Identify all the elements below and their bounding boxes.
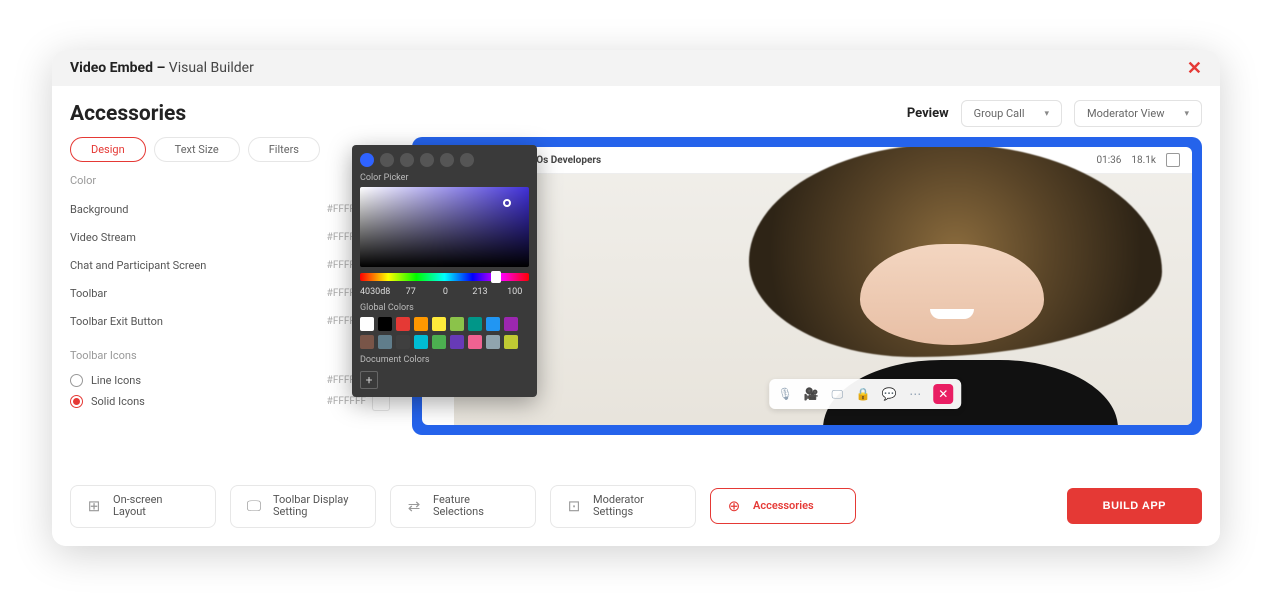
picker-preset-icon[interactable] [360, 153, 374, 167]
title-bar: Video Embed – Visual Builder ✕ [52, 50, 1220, 86]
palette-swatch[interactable] [486, 335, 500, 349]
palette-swatch[interactable] [450, 335, 464, 349]
color-row-background: Background #FFFFFF [70, 195, 390, 223]
radio-icon [70, 374, 83, 387]
palette-swatch[interactable] [360, 317, 374, 331]
video-stream: 🎙 🎥 🖵 🔒 💬 ⋯ ✕ [454, 174, 1192, 425]
nav-onscreen-layout[interactable]: ⊞ On-screenLayout [70, 485, 216, 528]
page-title: Accessories [70, 102, 186, 126]
mic-icon[interactable]: 🎙 [777, 387, 793, 401]
color-row-video-stream: Video Stream #FFFFFF [70, 223, 390, 251]
sv-handle[interactable] [503, 199, 511, 207]
app-title: Video Embed – Visual Builder [70, 60, 254, 76]
palette-swatch[interactable] [486, 317, 500, 331]
sidebar: Design Text Size Filters Color Backgroun… [70, 137, 390, 435]
palette-swatch[interactable] [432, 317, 446, 331]
radio-solid-icons[interactable]: Solid Icons [70, 391, 318, 412]
screen-share-icon[interactable]: 🖵 [829, 387, 845, 401]
palette-swatch[interactable] [360, 335, 374, 349]
palette-swatch[interactable] [378, 317, 392, 331]
call-controls: 🎙 🎥 🖵 🔒 💬 ⋯ ✕ [769, 379, 961, 409]
picker-preset-icon[interactable] [380, 153, 394, 167]
picker-preset-icon[interactable] [440, 153, 454, 167]
moderator-icon: ⊡ [565, 497, 583, 515]
meeting-timer: 01:36 [1097, 155, 1122, 166]
palette-swatch[interactable] [468, 317, 482, 331]
radio-icon [70, 395, 83, 408]
nav-moderator-settings[interactable]: ⊡ ModeratorSettings [550, 485, 696, 528]
lock-icon[interactable]: 🔒 [855, 387, 871, 401]
palette-swatch[interactable] [504, 335, 518, 349]
close-icon[interactable]: ✕ [1187, 58, 1202, 79]
chevron-down-icon: ▾ [1045, 109, 1050, 119]
page-header: Accessories Peview Group Call▾ Moderator… [52, 86, 1220, 137]
color-row-chat: Chat and Participant Screen #FFFFFF [70, 251, 390, 279]
end-call-button[interactable]: ✕ [933, 384, 953, 404]
accessories-icon: ⊕ [725, 497, 743, 515]
nav-toolbar-display[interactable]: 🖵 Toolbar DisplaySetting [230, 485, 376, 528]
call-type-select[interactable]: Group Call▾ [961, 100, 1062, 127]
saturation-value-field[interactable] [360, 187, 529, 267]
more-icon[interactable]: ⋯ [907, 387, 923, 401]
features-icon: ⇄ [405, 497, 423, 515]
hue-slider[interactable] [360, 273, 529, 281]
fullscreen-icon[interactable] [1166, 153, 1180, 167]
palette-swatch[interactable] [414, 335, 428, 349]
bottom-nav: ⊞ On-screenLayout 🖵 Toolbar DisplaySetti… [52, 469, 1220, 546]
palette-swatch[interactable] [396, 317, 410, 331]
nav-accessories[interactable]: ⊕ Accessories [710, 488, 856, 524]
display-icon: 🖵 [245, 497, 263, 515]
palette-swatch[interactable] [468, 335, 482, 349]
meeting-count: 18.1k [1131, 155, 1156, 166]
color-picker-popover[interactable]: Color Picker 4030d8 77 0 213 100 Global … [352, 145, 537, 397]
preview-label: Peview [907, 106, 949, 121]
chevron-down-icon: ▾ [1184, 109, 1189, 119]
app-frame: Video Embed – Visual Builder ✕ Accessori… [52, 50, 1220, 546]
color-row-exit-button: Toolbar Exit Button #FFFFFF [70, 307, 390, 335]
palette-swatch[interactable] [450, 317, 464, 331]
color-row-toolbar: Toolbar #FFFFFF [70, 279, 390, 307]
picker-preset-icon[interactable] [400, 153, 414, 167]
build-app-button[interactable]: BUILD APP [1067, 488, 1202, 524]
swatch-grid [360, 317, 529, 349]
picker-preset-icon[interactable] [460, 153, 474, 167]
color-values: 4030d8 77 0 213 100 [360, 287, 529, 297]
layout-icon: ⊞ [85, 497, 103, 515]
icons-group-title: Toolbar Icons [70, 349, 390, 362]
add-color-button[interactable]: + [360, 371, 378, 389]
palette-swatch[interactable] [432, 335, 446, 349]
tab-filters[interactable]: Filters [248, 137, 320, 162]
radio-line-icons[interactable]: Line Icons [70, 370, 318, 391]
view-select[interactable]: Moderator View▾ [1074, 100, 1202, 127]
palette-swatch[interactable] [414, 317, 428, 331]
color-group-title: Color [70, 174, 390, 187]
tab-design[interactable]: Design [70, 137, 146, 162]
palette-swatch[interactable] [504, 317, 518, 331]
tab-text-size[interactable]: Text Size [154, 137, 240, 162]
palette-swatch[interactable] [396, 335, 410, 349]
hue-handle[interactable] [491, 271, 501, 283]
camera-icon[interactable]: 🎥 [803, 387, 819, 401]
nav-feature-selections[interactable]: ⇄ FeatureSelections [390, 485, 536, 528]
chat-toggle-icon[interactable]: 💬 [881, 387, 897, 401]
palette-swatch[interactable] [378, 335, 392, 349]
picker-preset-icon[interactable] [420, 153, 434, 167]
